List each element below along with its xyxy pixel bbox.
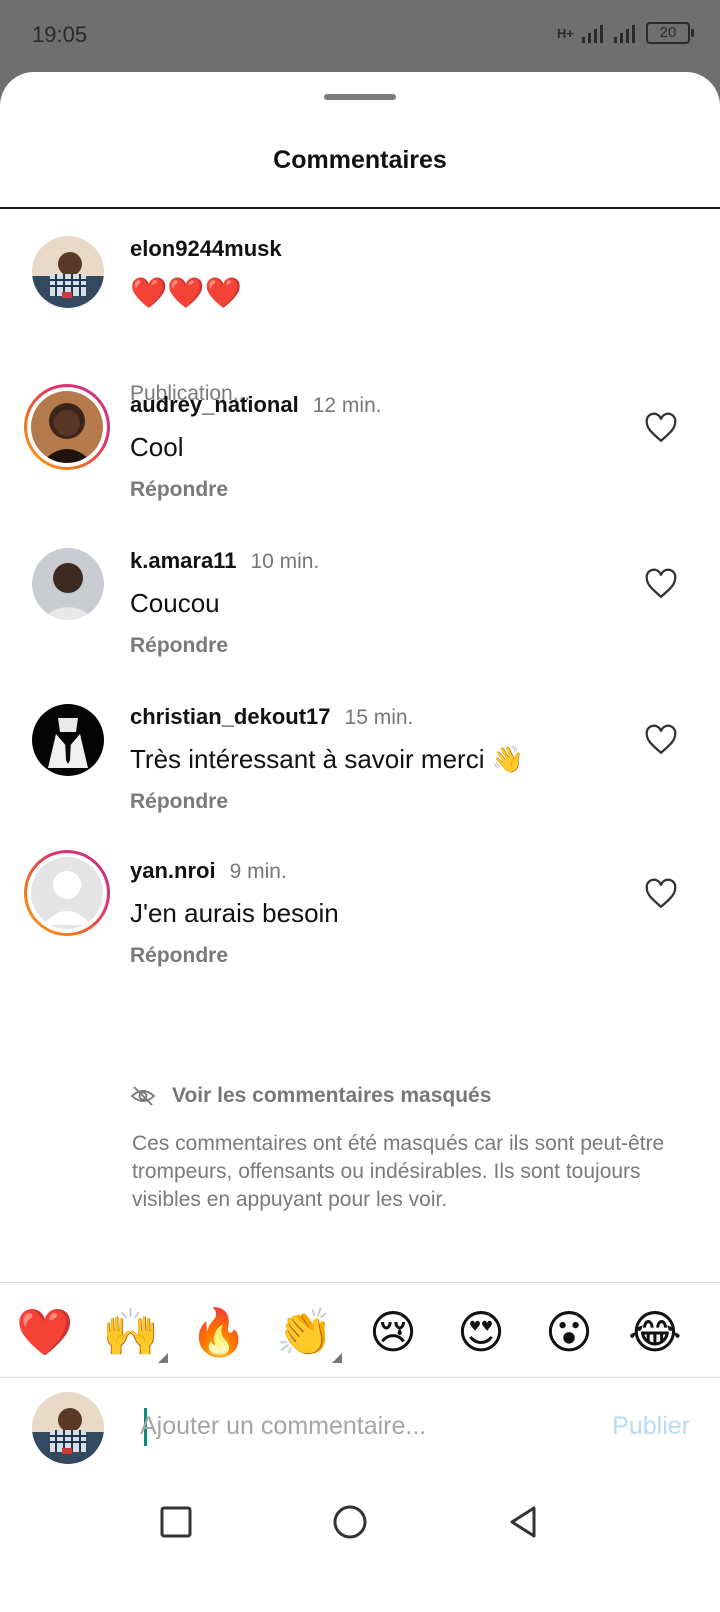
publish-button[interactable]: Publier xyxy=(612,1412,690,1441)
hidden-comments-note: Ces commentaires ont été masqués car ils… xyxy=(132,1132,665,1211)
avatar[interactable] xyxy=(24,384,110,470)
circle-icon[interactable] xyxy=(330,1502,370,1542)
comment-text: J'en aurais besoin xyxy=(130,898,339,928)
emoji-fire[interactable]: 🔥 xyxy=(190,1303,248,1361)
avatar[interactable] xyxy=(32,236,104,308)
comment-username[interactable]: yan.nroi xyxy=(130,858,216,884)
comment-username[interactable]: k.amara11 xyxy=(130,548,236,574)
comments-sheet: Commentaires elon9244musk ❤️❤️❤️ Publica… xyxy=(0,72,720,1612)
signal-icon xyxy=(582,25,603,43)
reply-button[interactable]: Répondre xyxy=(130,634,228,658)
emoji-crying[interactable]: 😢 xyxy=(364,1303,422,1361)
reply-button[interactable]: Répondre xyxy=(130,790,228,814)
heart-outline-icon[interactable] xyxy=(644,878,678,910)
comment-text: Cool xyxy=(130,432,184,462)
post-username[interactable]: elon9244musk xyxy=(130,236,282,262)
comment-time: 12 min. xyxy=(312,394,382,417)
heart-outline-icon[interactable] xyxy=(644,412,678,444)
emoji-heart[interactable]: ❤️ xyxy=(16,1303,74,1361)
triangle-back-icon[interactable] xyxy=(504,1502,544,1542)
heart-outline-icon[interactable] xyxy=(644,724,678,756)
square-icon[interactable] xyxy=(156,1502,196,1542)
hidden-comments-label: Voir les commentaires masqués xyxy=(172,1084,492,1107)
title-divider xyxy=(0,207,720,209)
emoji-laughing[interactable]: 😂 xyxy=(626,1303,684,1361)
reply-button[interactable]: Répondre xyxy=(130,944,228,968)
heart-outline-icon[interactable] xyxy=(644,568,678,600)
emoji-raised-hands[interactable]: 🙌 xyxy=(102,1303,160,1361)
comment-composer: Publier xyxy=(0,1378,720,1480)
status-time: 19:05 xyxy=(32,22,88,47)
avatar xyxy=(32,1392,104,1464)
status-bar: 19:05 H+ 20 xyxy=(0,0,720,72)
status-icons: H+ 20 xyxy=(557,22,694,44)
comment-text: Très intéressant à savoir merci 👋 xyxy=(130,744,525,774)
comment-text: Coucou xyxy=(130,588,220,618)
emoji-bar: ❤️ 🙌 🔥 👏 😢 😍 😮 😂 xyxy=(0,1282,720,1378)
signal-icon-2 xyxy=(614,25,635,43)
avatar[interactable] xyxy=(32,548,104,620)
eye-off-icon xyxy=(130,1086,156,1106)
navigation-bar xyxy=(0,1480,720,1612)
comment-username[interactable]: christian_dekout17 xyxy=(130,704,331,730)
post-text: ❤️❤️❤️ xyxy=(130,277,243,310)
comment-time: 10 min. xyxy=(250,550,320,573)
sheet-title: Commentaires xyxy=(273,146,447,174)
emoji-surprised[interactable]: 😮 xyxy=(540,1303,598,1361)
comment-time: 15 min. xyxy=(344,706,414,729)
comment-input[interactable] xyxy=(140,1404,560,1448)
reply-button[interactable]: Répondre xyxy=(130,478,228,502)
battery-icon: 20 xyxy=(646,22,694,44)
avatar[interactable] xyxy=(32,704,104,776)
avatar[interactable] xyxy=(24,850,110,936)
hidden-comments-button[interactable]: Voir les commentaires masqués xyxy=(130,1084,491,1108)
comment-username[interactable]: audrey_national xyxy=(130,392,299,418)
skin-tone-caret[interactable] xyxy=(332,1353,342,1363)
emoji-clap[interactable]: 👏 xyxy=(276,1303,334,1361)
signal-type: H+ xyxy=(557,25,574,41)
drag-handle[interactable] xyxy=(324,94,396,100)
comment-time: 9 min. xyxy=(229,860,287,883)
emoji-heart-eyes[interactable]: 😍 xyxy=(452,1303,510,1361)
skin-tone-caret[interactable] xyxy=(158,1353,168,1363)
